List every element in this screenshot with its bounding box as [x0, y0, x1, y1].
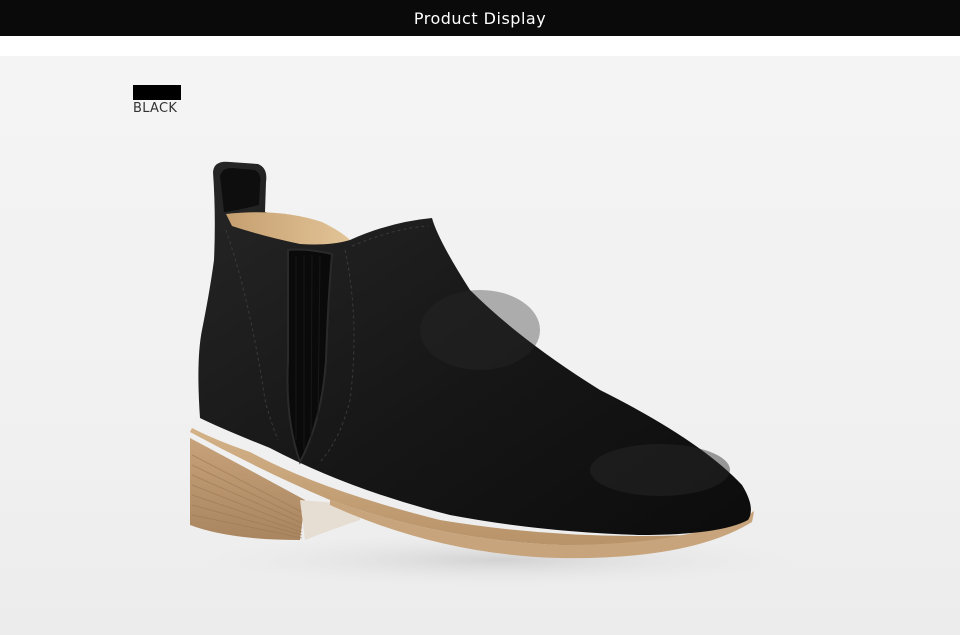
product-display-page: Product Display BLACK — [0, 0, 960, 635]
product-photo: BLACK — [0, 56, 960, 635]
color-swatch — [133, 85, 181, 100]
header-title: Product Display — [413, 8, 547, 28]
color-label: BLACK — [133, 101, 178, 116]
black-chelsea-boot-image — [190, 161, 800, 588]
header-bar: Product Display — [0, 0, 960, 36]
